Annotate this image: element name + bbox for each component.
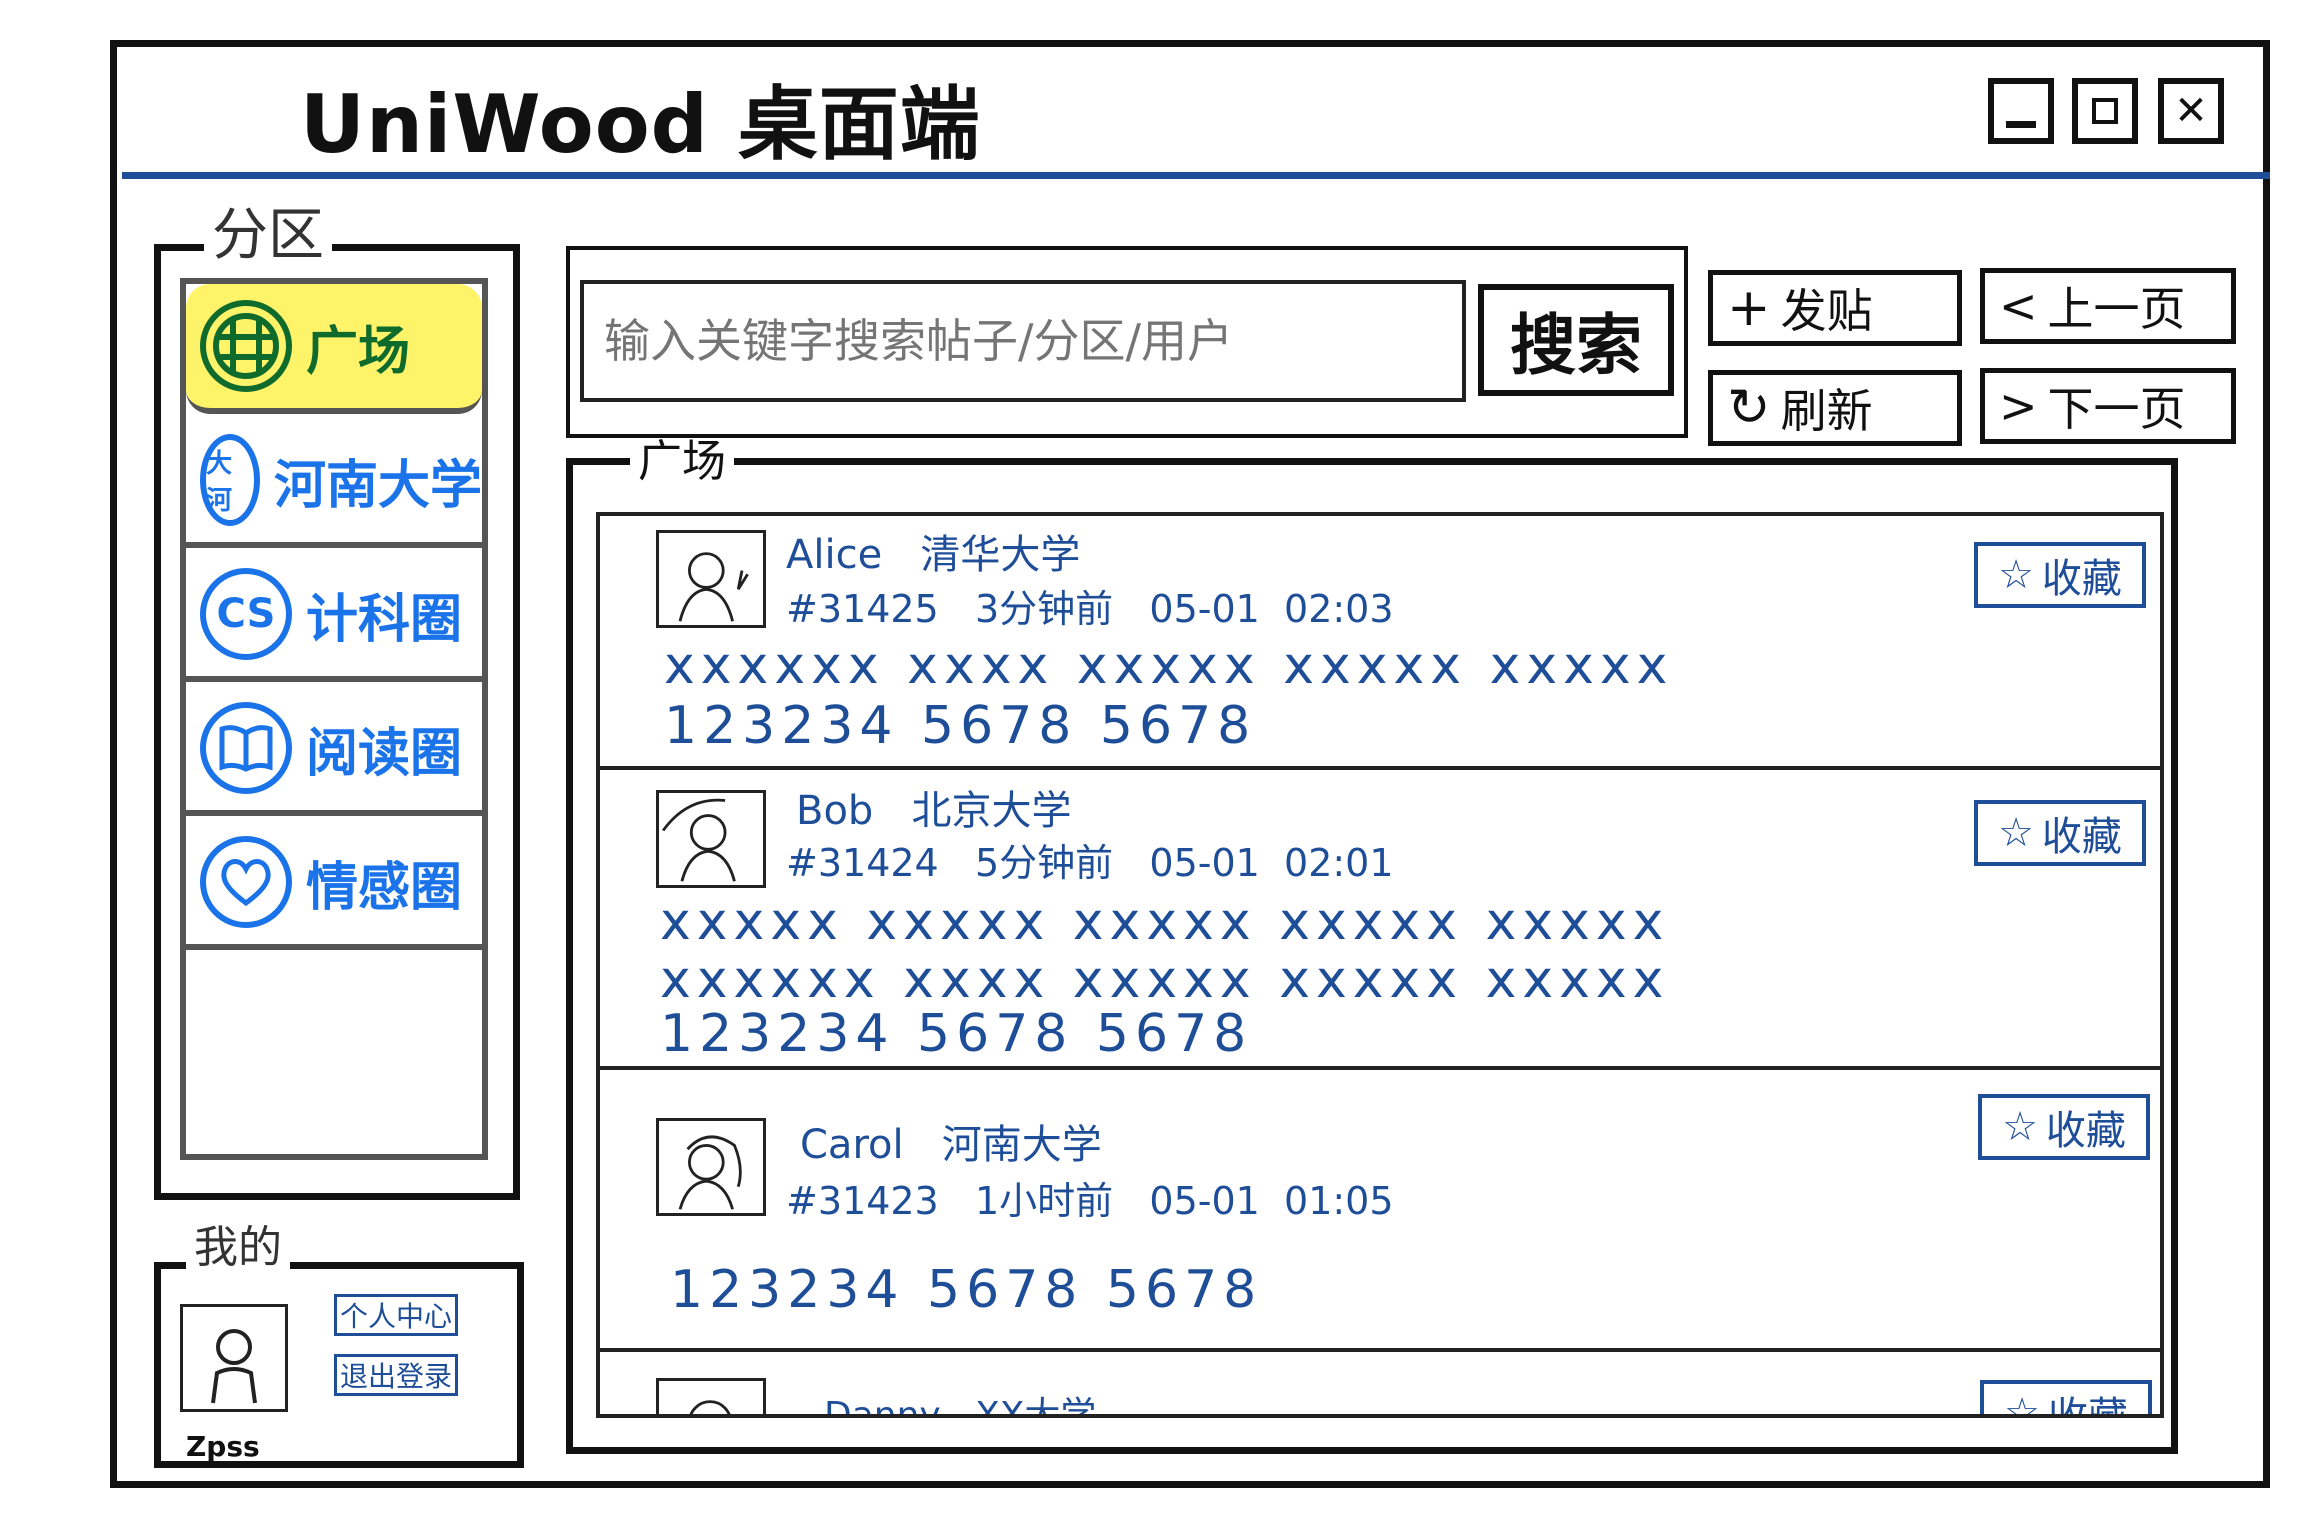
post-content-line: 123234 5678 5678 xyxy=(660,1004,1253,1064)
sidebar-item-label: 河南大学 xyxy=(273,455,482,516)
sidebar-item-reading-circle[interactable]: 阅读圈 xyxy=(186,686,482,816)
star-icon: ☆ xyxy=(1998,810,2034,856)
post-time: 02:01 xyxy=(1284,841,1394,885)
post-content-line: xxxxxx xxxx xxxxx xxxxx xxxxx xyxy=(660,950,1670,1010)
chevron-right-icon: > xyxy=(1999,379,2038,433)
search-button[interactable]: 搜索 xyxy=(1478,284,1674,396)
post-time: 01:05 xyxy=(1284,1179,1394,1223)
favorite-label: 收藏 xyxy=(2045,1108,2126,1154)
next-page-label: 下一页 xyxy=(2047,382,2186,436)
post-item[interactable]: Carol 河南大学 #31423 1小时前 05-01 01:05 12323… xyxy=(600,1070,2160,1352)
user-avatar-icon xyxy=(656,1378,766,1414)
post-author[interactable]: Alice xyxy=(786,532,882,578)
next-page-button[interactable]: > 下一页 xyxy=(1980,368,2236,444)
university-icon: 大河 xyxy=(200,434,260,526)
post-date: 05-01 xyxy=(1149,1179,1260,1223)
star-icon: ☆ xyxy=(2004,1390,2040,1418)
star-icon: ☆ xyxy=(2002,1104,2038,1150)
post-age: 1小时前 xyxy=(974,1179,1114,1223)
search-input[interactable] xyxy=(580,280,1466,402)
new-post-label: 发贴 xyxy=(1780,284,1873,338)
post-author[interactable]: Danny xyxy=(824,1395,941,1414)
post-content-line: xxxxxx xxxx xxxxx xxxxx xxxxx xyxy=(664,636,1674,696)
post-list[interactable]: Alice 清华大学 #31425 3分钟前 05-01 02:03 xxxxx… xyxy=(596,512,2164,1418)
post-content-line: xxxxx xxxxx xxxxx xxxxx xxxxx xyxy=(660,892,1670,952)
favorite-label: 收藏 xyxy=(2047,1394,2128,1418)
favorite-button[interactable]: ☆ 收藏 xyxy=(1974,800,2146,866)
heart-icon xyxy=(200,836,292,928)
refresh-button[interactable]: ↻ 刷新 xyxy=(1708,370,1962,446)
close-button[interactable]: ✕ xyxy=(2158,78,2224,144)
user-avatar[interactable] xyxy=(180,1304,288,1412)
post-school: 北京大学 xyxy=(911,788,1072,834)
post-date: 05-01 xyxy=(1149,841,1260,885)
post-item[interactable]: Danny XX大学 ☆ 收藏 xyxy=(600,1352,2160,1418)
sidebar-item-label: 广场 xyxy=(306,321,411,382)
post-school: 清华大学 xyxy=(920,532,1081,578)
globe-icon xyxy=(200,300,292,392)
post-age: 5分钟前 xyxy=(974,841,1114,885)
post-author[interactable]: Bob xyxy=(796,788,873,834)
username: Zpss xyxy=(186,1430,260,1463)
post-id: #31425 xyxy=(786,587,939,631)
sidebar-item-label: 情感圈 xyxy=(306,857,463,918)
maximize-icon xyxy=(2092,98,2118,124)
close-icon: ✕ xyxy=(2174,88,2208,134)
minimize-icon xyxy=(2006,121,2036,128)
post-content-line: 123234 5678 5678 xyxy=(670,1260,1263,1320)
star-icon: ☆ xyxy=(1998,552,2034,598)
refresh-icon: ↻ xyxy=(1727,378,1771,438)
post-school: XX大学 xyxy=(975,1395,1097,1418)
refresh-label: 刷新 xyxy=(1780,384,1873,438)
sidebar-item-label: 计科圈 xyxy=(306,589,463,650)
plus-icon: + xyxy=(1727,278,1771,338)
sidebar-item-henan-university[interactable]: 大河 河南大学 xyxy=(186,418,482,548)
favorite-button[interactable]: ☆ 收藏 xyxy=(1980,1380,2152,1418)
favorite-label: 收藏 xyxy=(2041,814,2122,860)
post-time: 02:03 xyxy=(1284,587,1394,631)
sidebar-item-emotion-circle[interactable]: 情感圈 xyxy=(186,820,482,950)
user-avatar-icon xyxy=(656,530,766,628)
post-author[interactable]: Carol xyxy=(800,1122,904,1168)
favorite-button[interactable]: ☆ 收藏 xyxy=(1978,1094,2150,1160)
post-content-line: 123234 5678 5678 xyxy=(664,696,1257,756)
sidebar-item-cs-circle[interactable]: CS 计科圈 xyxy=(186,552,482,682)
book-icon xyxy=(200,702,292,794)
profile-center-button[interactable]: 个人中心 xyxy=(334,1294,458,1336)
user-avatar-icon xyxy=(656,1118,766,1216)
new-post-button[interactable]: + 发贴 xyxy=(1708,270,1962,346)
sidebar-item-plaza[interactable]: 广场 xyxy=(186,284,482,414)
logout-button[interactable]: 退出登录 xyxy=(334,1354,458,1396)
maximize-button[interactable] xyxy=(2072,78,2138,144)
prev-page-button[interactable]: < 上一页 xyxy=(1980,268,2236,344)
post-item[interactable]: Alice 清华大学 #31425 3分钟前 05-01 02:03 xxxxx… xyxy=(600,516,2160,770)
post-date: 05-01 xyxy=(1149,587,1260,631)
app-title: UniWood 桌面端 xyxy=(300,78,981,171)
favorite-label: 收藏 xyxy=(2041,556,2122,602)
feed-legend: 广场 xyxy=(630,440,734,484)
chevron-left-icon: < xyxy=(1999,279,2038,333)
post-age: 3分钟前 xyxy=(974,587,1114,631)
post-id: #31423 xyxy=(786,1179,939,1223)
mine-legend: 我的 xyxy=(186,1226,290,1270)
post-item[interactable]: Bob 北京大学 #31424 5分钟前 05-01 02:01 xxxxx x… xyxy=(600,770,2160,1070)
minimize-button[interactable] xyxy=(1988,78,2054,144)
person-icon xyxy=(211,1329,257,1404)
sidebar-legend: 分区 xyxy=(204,208,332,264)
title-divider xyxy=(122,172,2270,179)
post-id: #31424 xyxy=(786,841,939,885)
favorite-button[interactable]: ☆ 收藏 xyxy=(1974,542,2146,608)
cs-icon: CS xyxy=(200,568,292,660)
post-school: 河南大学 xyxy=(941,1122,1102,1168)
prev-page-label: 上一页 xyxy=(2047,282,2186,336)
user-avatar-icon xyxy=(656,790,766,888)
sidebar-item-label: 阅读圈 xyxy=(306,723,463,784)
